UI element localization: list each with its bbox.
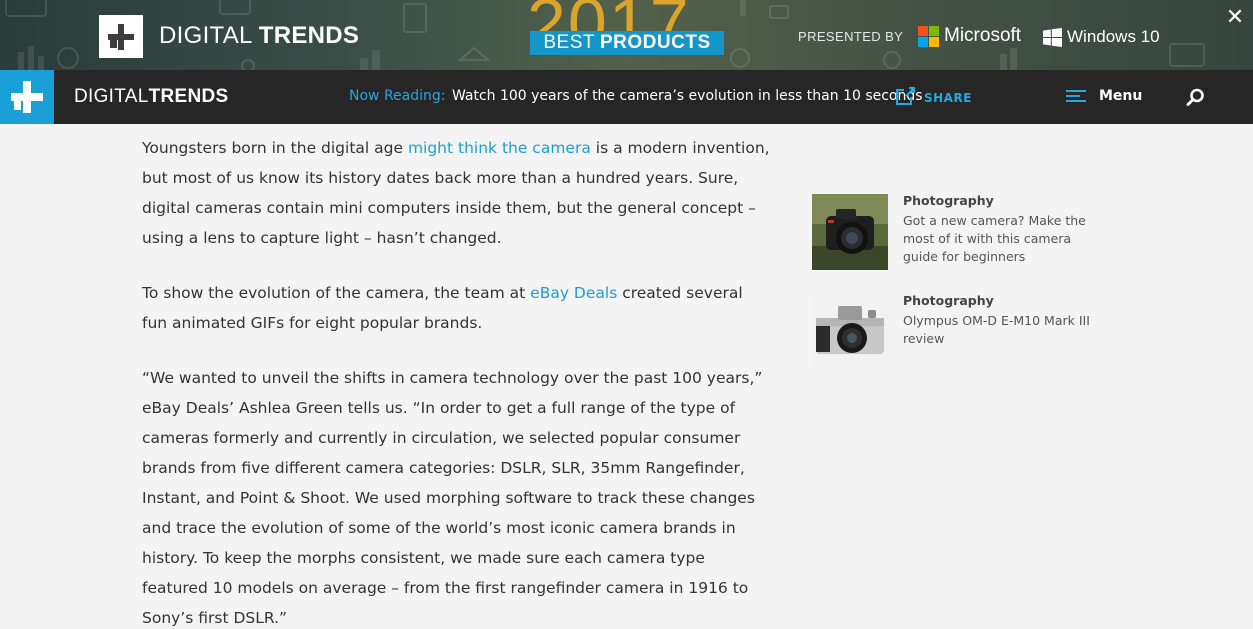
related-thumbnail[interactable] bbox=[812, 194, 888, 270]
now-reading-label: Now Reading: bbox=[349, 88, 446, 104]
share-button[interactable]: SHARE bbox=[895, 87, 972, 105]
dslr-camera-photo bbox=[812, 194, 888, 270]
inline-link[interactable]: might think the camera bbox=[408, 139, 591, 157]
promo-brand-name: DIGITAL TRENDS bbox=[159, 22, 359, 50]
menu-button[interactable]: Menu bbox=[1066, 88, 1142, 104]
close-icon[interactable]: ✕ bbox=[1224, 7, 1246, 29]
digital-trends-plus-icon bbox=[11, 81, 43, 113]
related-thumbnail[interactable] bbox=[812, 294, 888, 370]
nav-brand-name[interactable]: DIGITALTRENDS bbox=[74, 86, 229, 108]
nav-brand-light: DIGITAL bbox=[74, 86, 149, 107]
related-title[interactable]: Olympus OM-D E-M10 Mark III review bbox=[903, 312, 1093, 348]
article-paragraph: “We wanted to unveil the shifts in camer… bbox=[142, 369, 763, 627]
promo-logo[interactable] bbox=[99, 15, 143, 58]
share-icon bbox=[896, 87, 915, 105]
microsoft-logo-icon bbox=[918, 26, 939, 47]
best-label: BEST bbox=[543, 32, 595, 53]
article-paragraph: To show the evolution of the camera, the… bbox=[142, 278, 772, 338]
microsoft-label: Microsoft bbox=[944, 25, 1022, 46]
search-icon[interactable] bbox=[1186, 88, 1205, 107]
related-category[interactable]: Photography bbox=[903, 192, 1093, 209]
nav-brand-bold: TRENDS bbox=[148, 86, 229, 107]
promo-brand-bold: TRENDS bbox=[258, 22, 360, 49]
best-products-badge[interactable]: BEST PRODUCTS bbox=[530, 31, 724, 55]
related-category[interactable]: Photography bbox=[903, 292, 1093, 309]
now-reading[interactable]: Now Reading: Watch 100 years of the came… bbox=[349, 88, 923, 104]
windows-10-label: Windows 10 bbox=[1067, 27, 1160, 46]
digital-trends-plus-icon bbox=[108, 23, 134, 50]
paragraph-text: Youngsters born in the digital age bbox=[142, 139, 408, 157]
related-title[interactable]: Got a new camera? Make the most of it wi… bbox=[903, 212, 1093, 266]
presented-by-label: PRESENTED BY bbox=[798, 29, 904, 44]
inline-link[interactable]: eBay Deals bbox=[530, 284, 617, 302]
main-navbar: DIGITALTRENDS Now Reading: Watch 100 yea… bbox=[0, 70, 1253, 124]
home-logo-button[interactable] bbox=[0, 70, 54, 124]
olympus-camera-photo bbox=[812, 294, 888, 370]
article-body: Youngsters born in the digital age might… bbox=[142, 133, 772, 629]
windows-logo-icon bbox=[1043, 28, 1062, 47]
article-paragraph: Youngsters born in the digital age might… bbox=[142, 133, 772, 253]
products-label: PRODUCTS bbox=[600, 32, 711, 53]
promo-banner[interactable]: DIGITAL TRENDS 2017 BEST PRODUCTS PRESEN… bbox=[0, 0, 1253, 70]
related-text: Photography Olympus OM-D E-M10 Mark III … bbox=[903, 292, 1093, 348]
menu-icon bbox=[1066, 90, 1086, 102]
paragraph-text: To show the evolution of the camera, the… bbox=[142, 284, 531, 302]
related-text: Photography Got a new camera? Make the m… bbox=[903, 192, 1093, 266]
menu-label: Menu bbox=[1099, 88, 1143, 104]
promo-brand-light: DIGITAL bbox=[159, 22, 252, 49]
share-label: SHARE bbox=[924, 90, 972, 105]
now-reading-title: Watch 100 years of the camera’s evolutio… bbox=[451, 88, 923, 104]
